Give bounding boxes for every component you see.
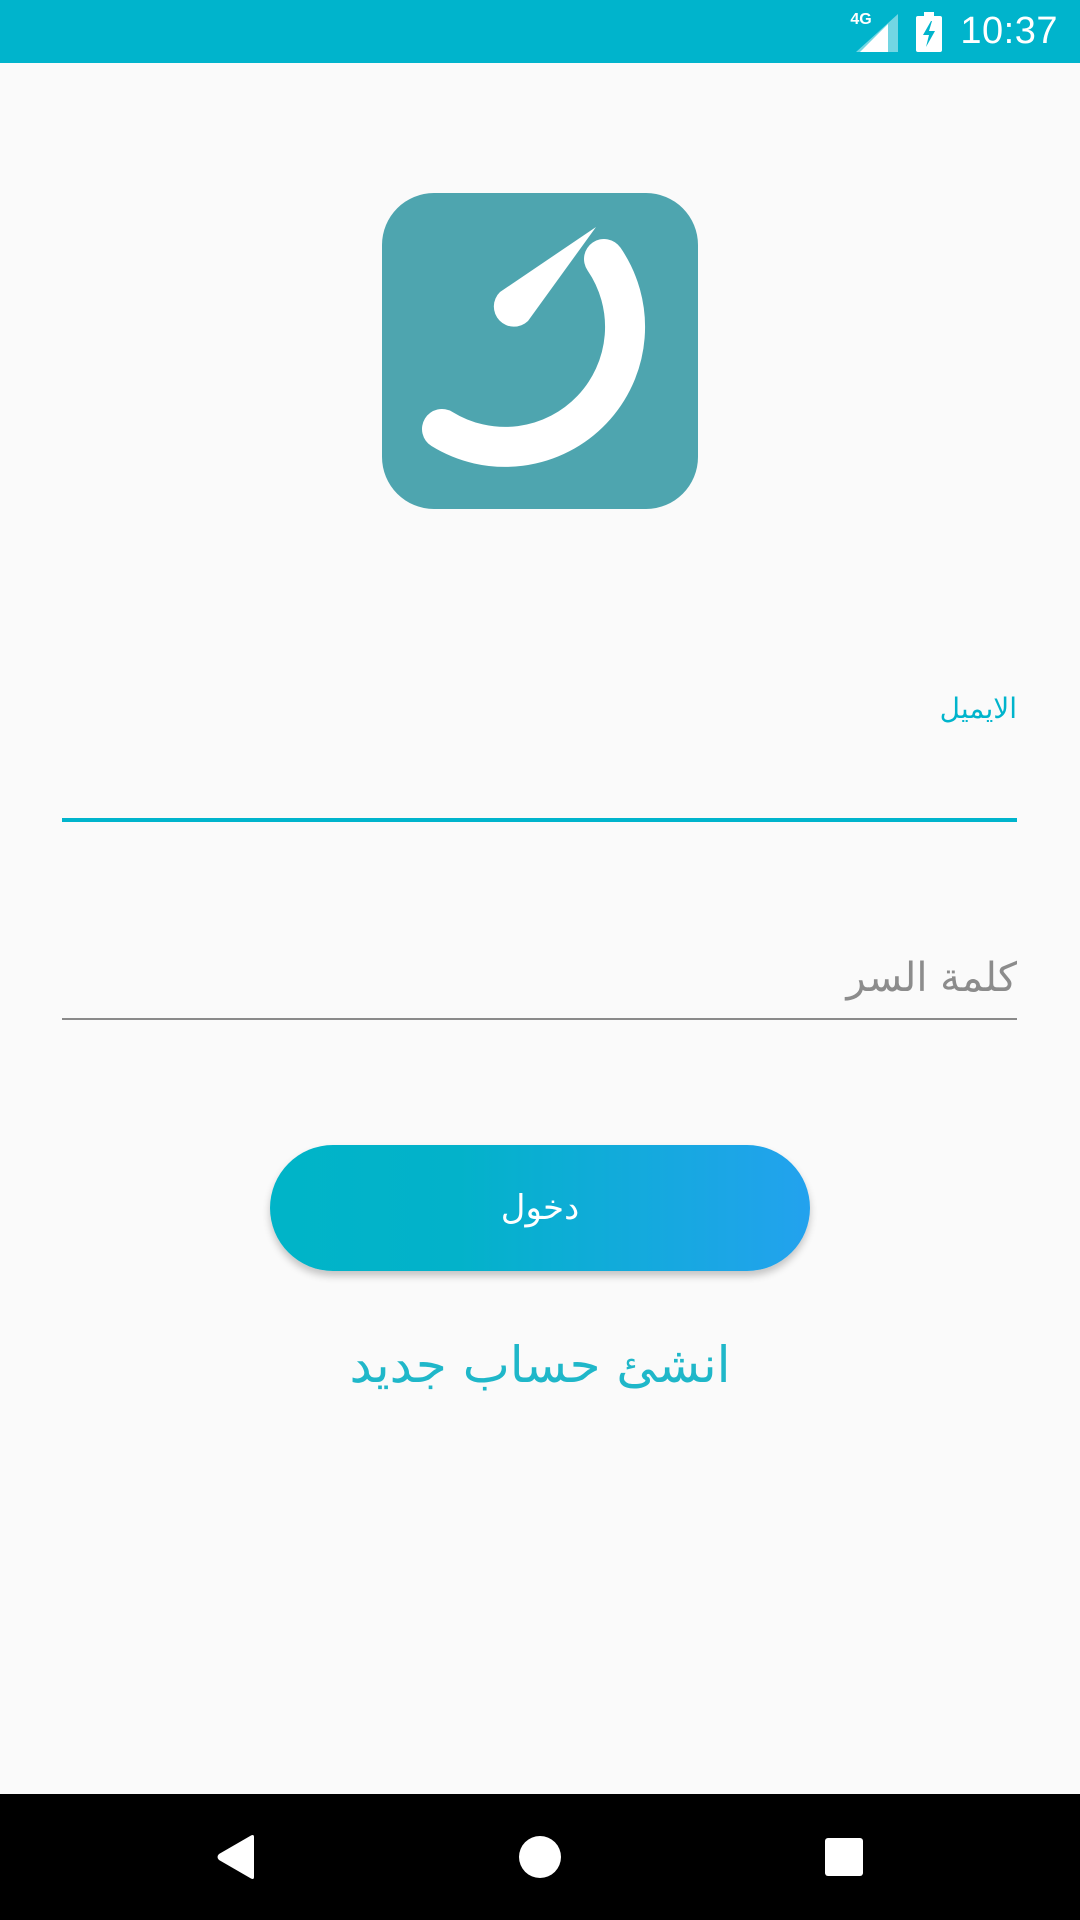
password-field[interactable]	[62, 930, 1017, 1020]
email-field[interactable]: الايميل	[62, 680, 1017, 822]
recent-apps-icon	[825, 1838, 863, 1876]
password-input[interactable]	[62, 938, 1017, 1018]
signal-indicator: 4G	[850, 11, 899, 52]
signal-icon	[856, 13, 899, 52]
status-time: 10:37	[960, 10, 1058, 52]
email-input[interactable]	[62, 748, 1017, 818]
back-icon	[217, 1835, 254, 1879]
create-account-link[interactable]: انشئ حساب جديد	[240, 1325, 840, 1405]
back-button[interactable]	[176, 1794, 296, 1920]
app-logo	[382, 193, 698, 509]
home-icon	[519, 1836, 561, 1878]
navigation-bar	[0, 1794, 1080, 1920]
status-icons: 4G 10:37	[850, 0, 1058, 63]
battery-charging-icon	[916, 11, 943, 52]
status-bar: 4G 10:37	[0, 0, 1080, 63]
login-button[interactable]: دخول	[270, 1145, 810, 1271]
recent-apps-button[interactable]	[784, 1794, 904, 1920]
password-underline	[62, 1018, 1017, 1020]
email-underline	[62, 818, 1017, 822]
email-label: الايميل	[939, 692, 1017, 725]
home-button[interactable]	[480, 1794, 600, 1920]
